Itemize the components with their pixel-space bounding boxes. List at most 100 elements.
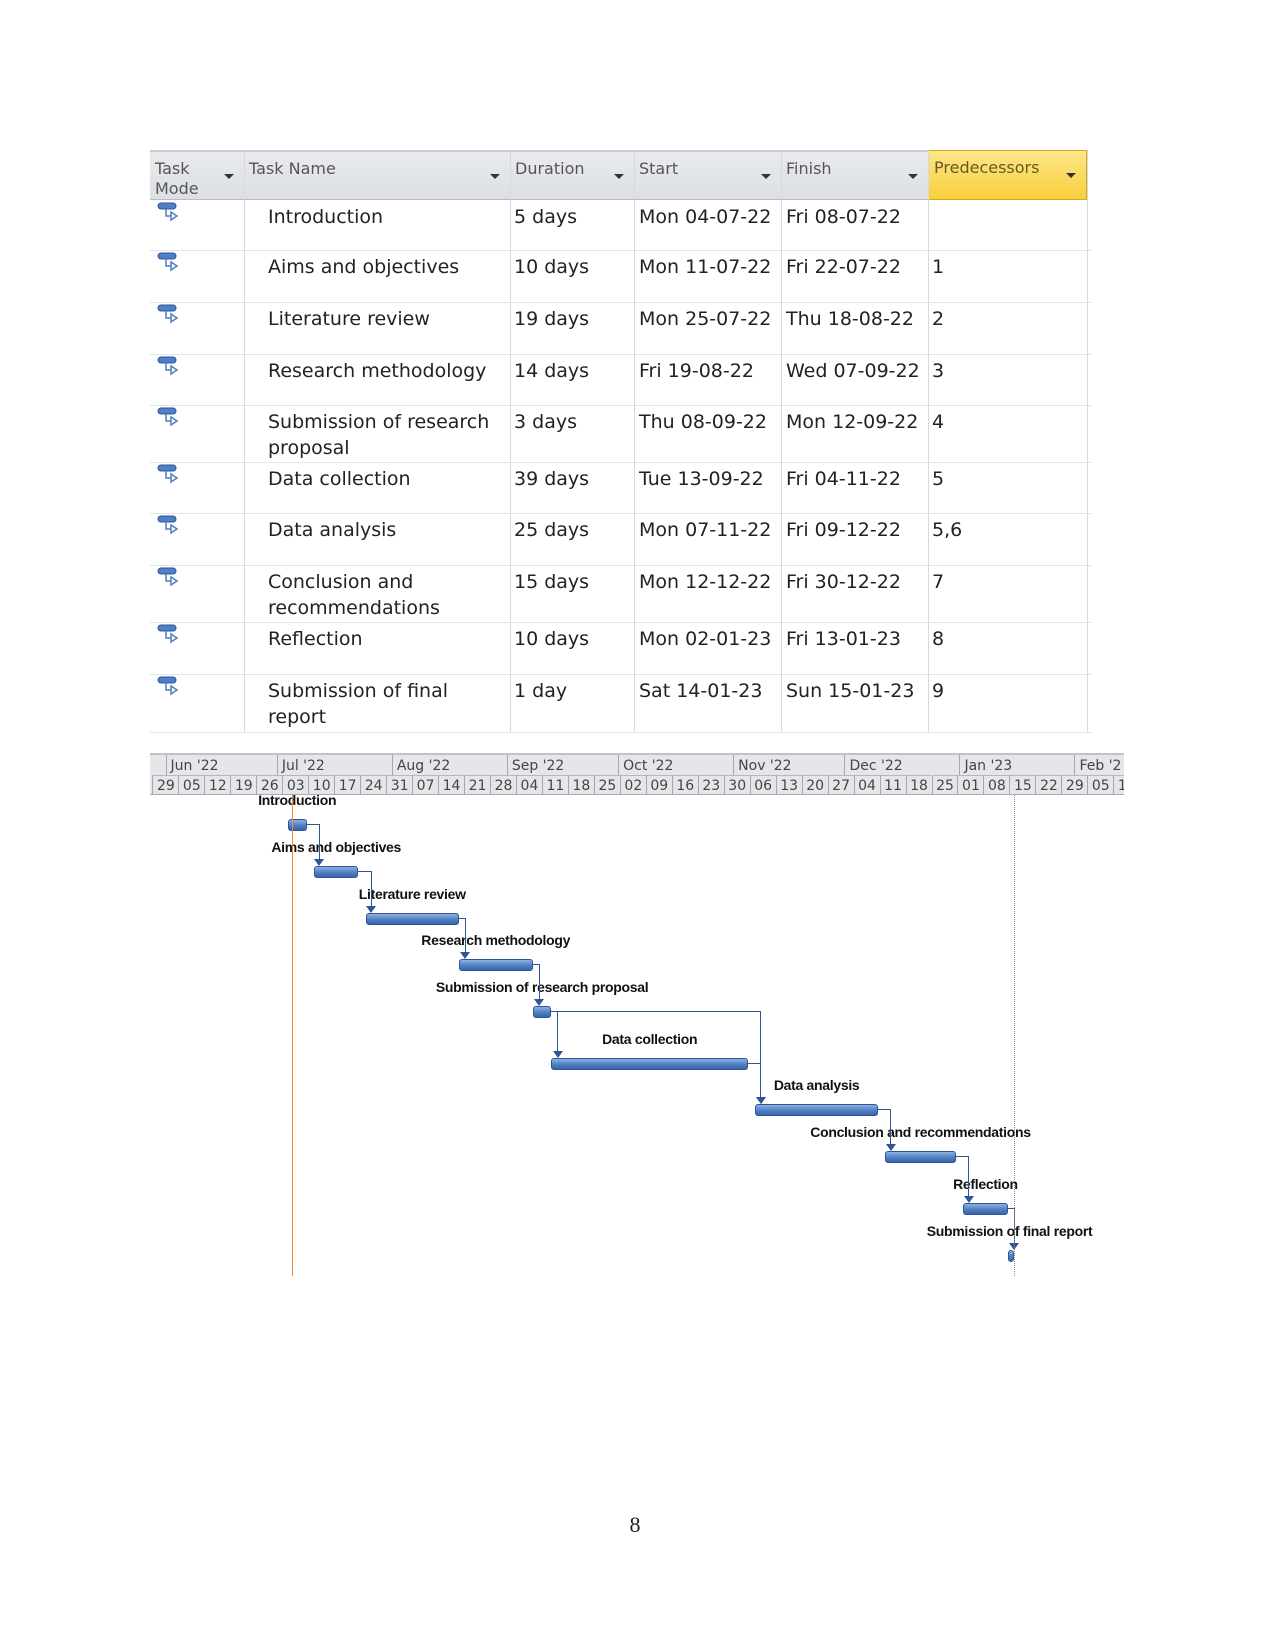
gantt-bar[interactable] — [313, 866, 359, 878]
gantt-bar-label: Data analysis — [773, 1077, 860, 1093]
timescale-week: 12 — [1113, 775, 1124, 794]
table-row[interactable]: Literature review 19 days Mon 25-07-22 Thu … — [150, 302, 1092, 354]
timescale-week: 06 — [749, 775, 776, 794]
table-row[interactable]: Introduction 5 days Mon 04-07-22 Fri 08-07-… — [150, 200, 1092, 250]
timescale-month: Jan '23 — [959, 755, 1074, 775]
timescale-week: 16 — [671, 775, 698, 794]
timescale-week: 01 — [957, 775, 984, 794]
column-header-label: Start — [639, 159, 679, 178]
column-header-predecessors[interactable]: Predecessors — [928, 150, 1087, 200]
cell-predecessors: 5,6 — [932, 519, 963, 541]
timescale-week: 27 — [827, 775, 854, 794]
gantt-bar[interactable] — [458, 959, 533, 971]
dependency-arrow-icon — [885, 1144, 896, 1151]
gantt-bar[interactable] — [885, 1151, 956, 1163]
dependency-arrow-icon — [963, 1196, 974, 1203]
gantt-bar-label: Aims and objectives — [271, 839, 402, 855]
timescale-month: Feb '2 — [1074, 755, 1124, 775]
auto-scheduled-task-icon — [157, 515, 183, 537]
dependency-link — [318, 824, 320, 859]
cell-finish: Fri 04-11-22 — [786, 468, 901, 490]
gantt-bar[interactable] — [365, 913, 459, 925]
gantt-bar-label: Reflection — [953, 1176, 1018, 1192]
timescale-month: Jul '22 — [276, 755, 392, 775]
cell-duration: 15 days — [514, 571, 590, 593]
gantt-bar[interactable] — [287, 819, 307, 831]
chevron-down-icon[interactable] — [1066, 173, 1076, 178]
dependency-link — [551, 1011, 761, 1012]
column-header-duration[interactable]: Duration — [510, 150, 634, 200]
gantt-bar[interactable] — [1007, 1250, 1014, 1262]
timescale-week: 05 — [1087, 775, 1114, 794]
timescale-month: Dec '22 — [844, 755, 959, 775]
timescale-week: 15 — [1009, 775, 1036, 794]
gantt-bar[interactable] — [532, 1006, 552, 1018]
column-header-mode[interactable]: Task Mode — [150, 150, 244, 200]
timescale-month: Oct '22 — [618, 755, 733, 775]
table-row[interactable]: Conclusion and recommendations 15 days Mon… — [150, 565, 1092, 622]
dependency-link — [538, 964, 540, 999]
table-row[interactable]: Reflection 10 days Mon 02-01-23 Fri 13-01-2… — [150, 622, 1092, 674]
column-header-finish[interactable]: Finish — [781, 150, 928, 200]
cell-duration: 5 days — [514, 206, 577, 228]
cell-predecessors: 7 — [932, 571, 945, 593]
table-row[interactable]: Submission of research proposal 3 days Thu… — [150, 405, 1092, 462]
cell-duration: 39 days — [514, 468, 590, 490]
timescale-week: 12 — [204, 775, 231, 794]
auto-scheduled-task-icon — [157, 304, 183, 326]
gantt-bar[interactable] — [551, 1058, 748, 1070]
table-row[interactable]: Submission of final report 1 day Sat 14-01… — [150, 674, 1092, 732]
cell-duration: 3 days — [514, 411, 577, 433]
cell-name: Research methodology — [268, 360, 487, 382]
timescale-month: Aug '22 — [391, 755, 507, 775]
chevron-down-icon[interactable] — [614, 174, 624, 179]
auto-scheduled-task-icon — [157, 464, 183, 486]
timescale-week: 25 — [593, 775, 620, 794]
gantt-bar[interactable] — [755, 1104, 878, 1116]
chevron-down-icon[interactable] — [490, 174, 500, 179]
cell-duration: 19 days — [514, 308, 590, 330]
row-divider — [150, 732, 1092, 733]
dependency-link — [968, 1156, 970, 1196]
project-finish-line — [1014, 795, 1015, 1276]
timescale-week: 09 — [645, 775, 672, 794]
gantt-bar-label: Submission of final report — [926, 1223, 1093, 1239]
table-row[interactable]: Research methodology 14 days Fri 19-08-22 W… — [150, 354, 1092, 405]
timescale-week: 30 — [723, 775, 750, 794]
cell-name: Data analysis — [268, 519, 397, 541]
cell-finish: Fri 08-07-22 — [786, 206, 901, 228]
gantt-bar-label: Conclusion and recommendations — [810, 1124, 1031, 1140]
timescale-week: 28 — [490, 775, 516, 794]
auto-scheduled-task-icon — [157, 567, 183, 589]
cell-name: Data collection — [268, 468, 411, 490]
dependency-link — [877, 1109, 891, 1110]
timescale-month: Nov '22 — [733, 755, 844, 775]
gantt-bar-label: Literature review — [358, 886, 466, 902]
cell-name: Literature review — [268, 308, 430, 330]
timescale-week: 04 — [853, 775, 880, 794]
chevron-down-icon[interactable] — [224, 174, 234, 179]
column-header-name[interactable]: Task Name — [244, 150, 510, 200]
cell-name: Introduction — [268, 206, 384, 228]
dependency-link — [760, 1063, 762, 1097]
page-number: 8 — [629, 1512, 641, 1537]
current-date-line — [292, 795, 293, 1276]
chevron-down-icon[interactable] — [908, 174, 918, 179]
cell-finish: Mon 12-09-22 — [786, 411, 919, 433]
timescale-month: Sep '22 — [506, 755, 618, 775]
table-row[interactable]: Data collection 39 days Tue 13-09-22 Fri 04… — [150, 462, 1092, 513]
gantt-bar-label: Research methodology — [421, 932, 571, 948]
table-row[interactable]: Aims and objectives 10 days Mon 11-07-22 Fr… — [150, 250, 1092, 302]
cell-name: Conclusion and recommendations — [268, 571, 440, 619]
cell-start: Mon 11-07-22 — [639, 256, 772, 278]
cell-finish: Sun 15-01-23 — [786, 680, 915, 702]
gantt-bar-label: Submission of research proposal — [435, 979, 649, 995]
table-row[interactable]: Data analysis 25 days Mon 07-11-22 Fri 09-1… — [150, 513, 1092, 565]
dependency-link — [358, 871, 371, 872]
auto-scheduled-task-icon — [157, 407, 183, 429]
gantt-bar[interactable] — [963, 1203, 1008, 1215]
column-header-label: Task Name — [249, 159, 336, 178]
gantt-bar-label: Data collection — [602, 1031, 698, 1047]
chevron-down-icon[interactable] — [761, 174, 771, 179]
column-header-start[interactable]: Start — [634, 150, 781, 200]
